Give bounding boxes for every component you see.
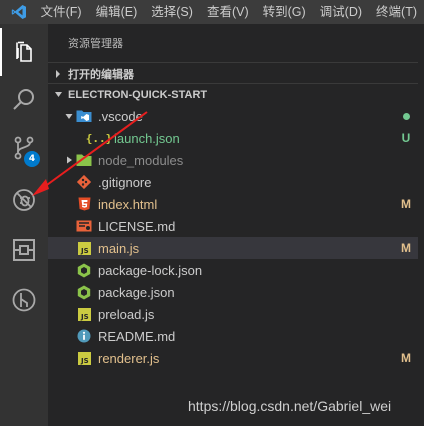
menu-selection[interactable]: 选择(S) <box>144 0 200 24</box>
project-label: ELECTRON-QUICK-START <box>68 88 208 101</box>
tree-item-readme-md[interactable]: README.md <box>48 325 418 347</box>
vscode-folder-icon <box>76 108 92 124</box>
file-name: node_modules <box>98 152 184 168</box>
js-icon: JS <box>76 306 92 322</box>
node-file-icon <box>76 262 92 278</box>
svg-text:JS: JS <box>80 313 89 321</box>
file-name: LICENSE.md <box>98 218 176 234</box>
menu-edit[interactable]: 编辑(E) <box>89 0 145 24</box>
remote-explorer-icon[interactable] <box>0 276 48 324</box>
file-name: README.md <box>98 328 176 344</box>
activity-bar: 4 <box>0 24 48 426</box>
chevron-right-icon <box>62 149 76 171</box>
status-badge: M <box>401 241 411 255</box>
explorer-icon[interactable] <box>0 28 48 76</box>
project-header[interactable]: ELECTRON-QUICK-START <box>48 83 418 105</box>
search-icon[interactable] <box>0 76 48 124</box>
extensions-icon[interactable] <box>0 226 48 274</box>
js-icon: JS <box>76 350 92 366</box>
file-name: .gitignore <box>98 174 152 190</box>
menu-go[interactable]: 转到(G) <box>256 0 313 24</box>
node-file-icon <box>76 284 92 300</box>
open-editors-label: 打开的编辑器 <box>68 68 134 81</box>
status-badge: M <box>401 197 411 211</box>
file-name: package.json <box>98 284 175 300</box>
menu-view[interactable]: 查看(V) <box>200 0 256 24</box>
modified-dot-icon <box>394 109 418 123</box>
json-icon: {..} <box>85 131 113 145</box>
sidebar-title: 资源管理器 <box>68 38 123 50</box>
status-badge: M <box>401 351 411 365</box>
menu-file[interactable]: 文件(F) <box>39 0 89 24</box>
file-name: launch.json <box>114 130 180 146</box>
file-name: main.js <box>98 240 140 256</box>
tree-item-package-lock-json[interactable]: package-lock.json <box>48 259 418 281</box>
tree-item-license-md[interactable]: LICENSE.md <box>48 215 418 237</box>
js-icon: JS <box>76 240 92 256</box>
svg-text:JS: JS <box>80 357 89 365</box>
tree-item-node-modules[interactable]: node_modules <box>48 149 418 171</box>
file-name: package-lock.json <box>98 262 203 278</box>
source-control-icon[interactable]: 4 <box>0 124 48 172</box>
chevron-down-icon <box>48 84 68 106</box>
scm-badge: 4 <box>24 151 40 167</box>
tree-item-package-json[interactable]: package.json <box>48 281 418 303</box>
file-name: preload.js <box>98 306 155 322</box>
svg-text:JS: JS <box>80 247 89 255</box>
chevron-right-icon <box>48 63 68 85</box>
vscode-logo-icon <box>0 0 39 24</box>
html-icon <box>76 196 92 212</box>
menu-debug[interactable]: 调试(D) <box>313 0 369 24</box>
chevron-down-icon <box>62 105 76 127</box>
tree-item-preload-js[interactable]: JS preload.js <box>48 303 418 325</box>
file-name: .vscode <box>98 108 143 124</box>
file-name: renderer.js <box>98 350 160 366</box>
file-name: index.html <box>98 196 158 212</box>
title-bar: 文件(F) 编辑(E) 选择(S) 查看(V) 转到(G) 调试(D) 终端(T… <box>0 0 424 24</box>
tree-item-renderer-js[interactable]: JS renderer.js M <box>48 347 418 369</box>
tree-item-gitignore[interactable]: .gitignore <box>48 171 418 193</box>
node-folder-icon <box>76 152 92 168</box>
debug-icon[interactable] <box>0 176 48 224</box>
license-icon <box>76 218 92 234</box>
watermark: https://blog.csdn.net/Gabriel_wei <box>188 398 392 414</box>
tree-item-index-html[interactable]: index.html M <box>48 193 418 215</box>
tree-item-vscode[interactable]: .vscode <box>48 105 418 127</box>
status-badge: U <box>401 131 411 145</box>
info-icon <box>76 328 92 344</box>
tree-item-main-js[interactable]: JS main.js M <box>48 237 418 259</box>
git-icon <box>76 174 92 190</box>
menu-terminal[interactable]: 终端(T) <box>369 0 424 24</box>
open-editors-header[interactable]: 打开的编辑器 <box>48 62 418 84</box>
tree-item-launch-json[interactable]: {..} launch.json U <box>48 127 418 149</box>
explorer-sidebar: 资源管理器 打开的编辑器 ELECTRON-QUICK-START .vscod… <box>48 24 424 426</box>
